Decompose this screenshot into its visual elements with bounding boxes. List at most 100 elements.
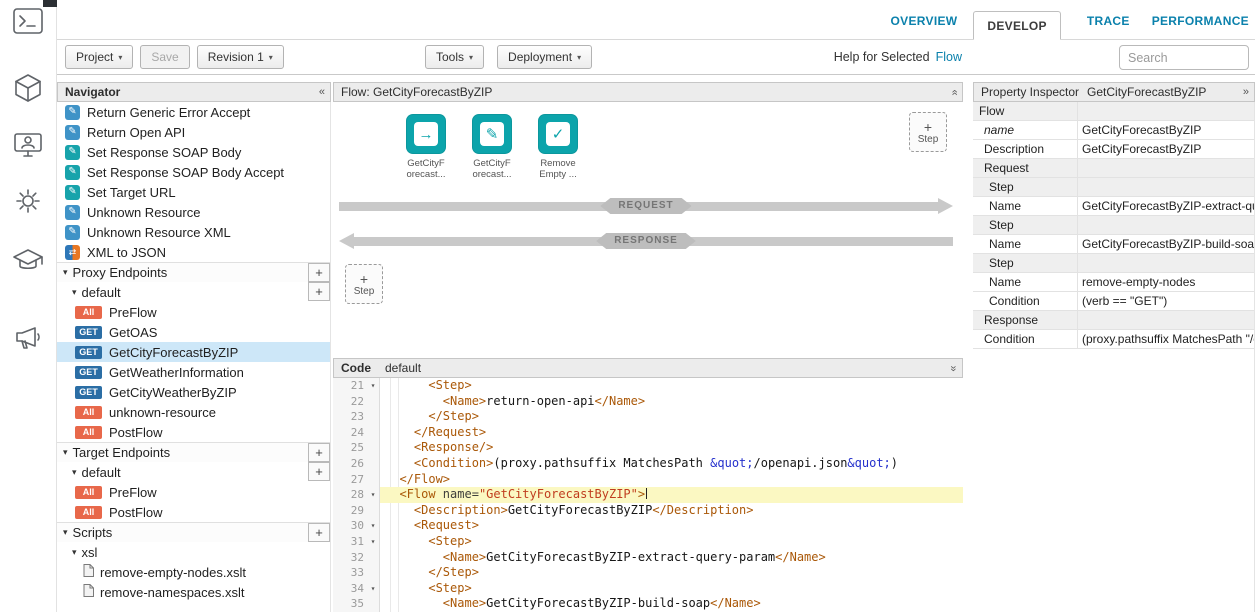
tab-performance[interactable]: PERFORMANCE — [1152, 2, 1249, 40]
policy-item-unknown-resource[interactable]: ✎Unknown Resource — [57, 202, 330, 222]
tab-trace[interactable]: TRACE — [1087, 2, 1130, 40]
script-file-remove-namespaces-xslt[interactable]: remove-namespaces.xslt — [57, 582, 330, 602]
policy-item-xml-to-json[interactable]: ⇄XML to JSON — [57, 242, 330, 262]
pi-key: Condition — [973, 330, 1077, 348]
gear-icon[interactable] — [15, 188, 41, 214]
pi-key: Condition — [973, 292, 1077, 310]
verb-badge: All — [75, 406, 102, 419]
pi-row-description: DescriptionGetCityForecastByZIP — [973, 140, 1254, 159]
flow-item-preflow[interactable]: AllPreFlow — [57, 482, 330, 502]
collapse-navigator-icon[interactable]: « — [319, 86, 325, 99]
line-number: 30 — [333, 518, 367, 534]
add-step-button-top[interactable]: + Step — [909, 112, 947, 152]
flow-item-unknown-resource[interactable]: Allunknown-resource — [57, 402, 330, 422]
megaphone-icon[interactable] — [14, 326, 42, 350]
policy-item-unknown-resource-xml[interactable]: ✎Unknown Resource XML — [57, 222, 330, 242]
flow-item-preflow[interactable]: AllPreFlow — [57, 302, 330, 322]
collapse-flow-icon[interactable]: « — [947, 89, 960, 95]
fold-toggle-icon[interactable]: ▾ — [367, 518, 380, 534]
nav-section-target-endpoints[interactable]: ▾Target Endpoints+ — [57, 442, 330, 462]
terminal-icon[interactable] — [13, 8, 43, 34]
flow-item-getcityforecastbyzip[interactable]: GETGetCityForecastByZIP — [57, 342, 330, 362]
fold-gutter — [367, 503, 380, 519]
graduation-cap-icon[interactable] — [13, 248, 43, 272]
line-number: 21 — [333, 378, 367, 394]
nav-group-xsl[interactable]: ▾ xsl — [57, 542, 330, 562]
flow-item-getcityweatherbyzip[interactable]: GETGetCityWeatherByZIP — [57, 382, 330, 402]
pi-value[interactable]: (proxy.pathsuffix MatchesPath "/c — [1077, 330, 1254, 348]
plus-icon: + — [360, 272, 368, 286]
pi-value[interactable]: (verb == "GET") — [1077, 292, 1254, 310]
tab-develop[interactable]: DEVELOP — [973, 11, 1060, 40]
pi-value[interactable]: GetCityForecastByZIP-build-soap — [1077, 235, 1254, 253]
caret-down-icon: ▾ — [63, 447, 68, 458]
toolbar-center-group: Tools ▾ Deployment ▾ — [425, 45, 592, 69]
add-proxy-endpoints-button[interactable]: + — [308, 263, 330, 282]
add-step-button-bottom[interactable]: + Step — [345, 264, 383, 304]
tab-overview[interactable]: OVERVIEW — [891, 2, 958, 40]
fold-gutter — [367, 394, 380, 410]
flow-item-getoas[interactable]: GETGetOAS — [57, 322, 330, 342]
pi-value[interactable]: GetCityForecastByZIP-extract-query-param — [1077, 197, 1254, 215]
main-area: OVERVIEW DEVELOP TRACE PERFORMANCE Project … — [57, 0, 1255, 612]
policy-item-set-response-soap-body-accept[interactable]: ✎Set Response SOAP Body Accept — [57, 162, 330, 182]
collapse-inspector-icon[interactable]: » — [1243, 86, 1249, 99]
policy-label: Set Response SOAP Body — [87, 145, 241, 160]
fold-toggle-icon[interactable]: ▾ — [367, 378, 380, 394]
code-line-22: 22 <Name>return-open-api</Name> — [333, 394, 963, 410]
caret-down-icon: ▾ — [72, 467, 77, 478]
package-icon[interactable] — [15, 74, 41, 102]
pencil-step-icon[interactable]: ✎ — [472, 114, 512, 154]
policy-item-return-generic-error-accept[interactable]: ✎Return Generic Error Accept — [57, 102, 330, 122]
help-flow-link[interactable]: Flow — [936, 50, 962, 64]
pi-value[interactable]: GetCityForecastByZIP — [1077, 121, 1254, 139]
save-button[interactable]: Save — [140, 45, 189, 69]
nav-group-default[interactable]: ▾default+ — [57, 282, 330, 302]
group-label: xsl — [82, 545, 98, 560]
flow-step[interactable]: ✓RemoveEmpty ... — [531, 114, 585, 180]
add-scripts-button[interactable]: + — [308, 523, 330, 542]
fold-toggle-icon[interactable]: ▾ — [367, 581, 380, 597]
code-text: <Condition>(proxy.pathsuffix MatchesPath… — [380, 456, 963, 472]
flow-item-getweatherinformation[interactable]: GETGetWeatherInformation — [57, 362, 330, 382]
expand-code-icon[interactable]: « — [947, 365, 960, 371]
deployment-button[interactable]: Deployment ▾ — [497, 45, 592, 69]
pi-value[interactable]: GetCityForecastByZIP — [1077, 140, 1254, 158]
flow-item-postflow[interactable]: AllPostFlow — [57, 502, 330, 522]
script-file-remove-empty-nodes-xslt[interactable]: remove-empty-nodes.xslt — [57, 562, 330, 582]
fold-toggle-icon[interactable]: ▾ — [367, 487, 380, 503]
property-inspector-table: FlownameGetCityForecastByZIPDescriptionG… — [973, 102, 1255, 612]
nav-group-default[interactable]: ▾default+ — [57, 462, 330, 482]
monitor-user-icon[interactable] — [14, 132, 42, 158]
code-line-21: 21▾ <Step> — [333, 378, 963, 394]
add-target-endpoints-button[interactable]: + — [308, 443, 330, 462]
caret-down-icon: ▾ — [72, 547, 77, 558]
tools-button[interactable]: Tools ▾ — [425, 45, 484, 69]
policy-item-return-open-api[interactable]: ✎Return Open API — [57, 122, 330, 142]
flow-item-postflow[interactable]: AllPostFlow — [57, 422, 330, 442]
nav-section-proxy-endpoints[interactable]: ▾Proxy Endpoints+ — [57, 262, 330, 282]
nav-section-scripts[interactable]: ▾Scripts+ — [57, 522, 330, 542]
add-default-button[interactable]: + — [308, 282, 330, 301]
verb-badge: GET — [75, 386, 102, 399]
policy-assign-teal-icon: ✎ — [65, 145, 80, 160]
policy-item-set-target-url[interactable]: ✎Set Target URL — [57, 182, 330, 202]
code-panel-subtitle: default — [385, 361, 421, 375]
add-default-button[interactable]: + — [308, 462, 330, 481]
search-input[interactable] — [1119, 45, 1249, 70]
flow-step[interactable]: →GetCityForecast... — [399, 114, 453, 180]
code-line-29: 29 <Description>GetCityForecastByZIP</De… — [333, 503, 963, 519]
fold-toggle-icon[interactable]: ▾ — [367, 534, 380, 550]
pi-value[interactable]: remove-empty-nodes — [1077, 273, 1254, 291]
response-label: RESPONSE — [596, 233, 696, 249]
fold-gutter — [367, 425, 380, 441]
project-button[interactable]: Project ▾ — [65, 45, 133, 69]
step-label: GetCityForecast... — [465, 158, 519, 180]
fold-gutter — [367, 565, 380, 581]
code-editor[interactable]: 21▾ <Step>22 <Name>return-open-api</Name… — [333, 378, 963, 612]
callout-step-icon[interactable]: → — [406, 114, 446, 154]
revision-button[interactable]: Revision 1 ▾ — [197, 45, 284, 69]
check-step-icon[interactable]: ✓ — [538, 114, 578, 154]
flow-step[interactable]: ✎ GetCityForecast... — [465, 114, 519, 180]
policy-item-set-response-soap-body[interactable]: ✎ Set Response SOAP Body — [57, 142, 330, 162]
